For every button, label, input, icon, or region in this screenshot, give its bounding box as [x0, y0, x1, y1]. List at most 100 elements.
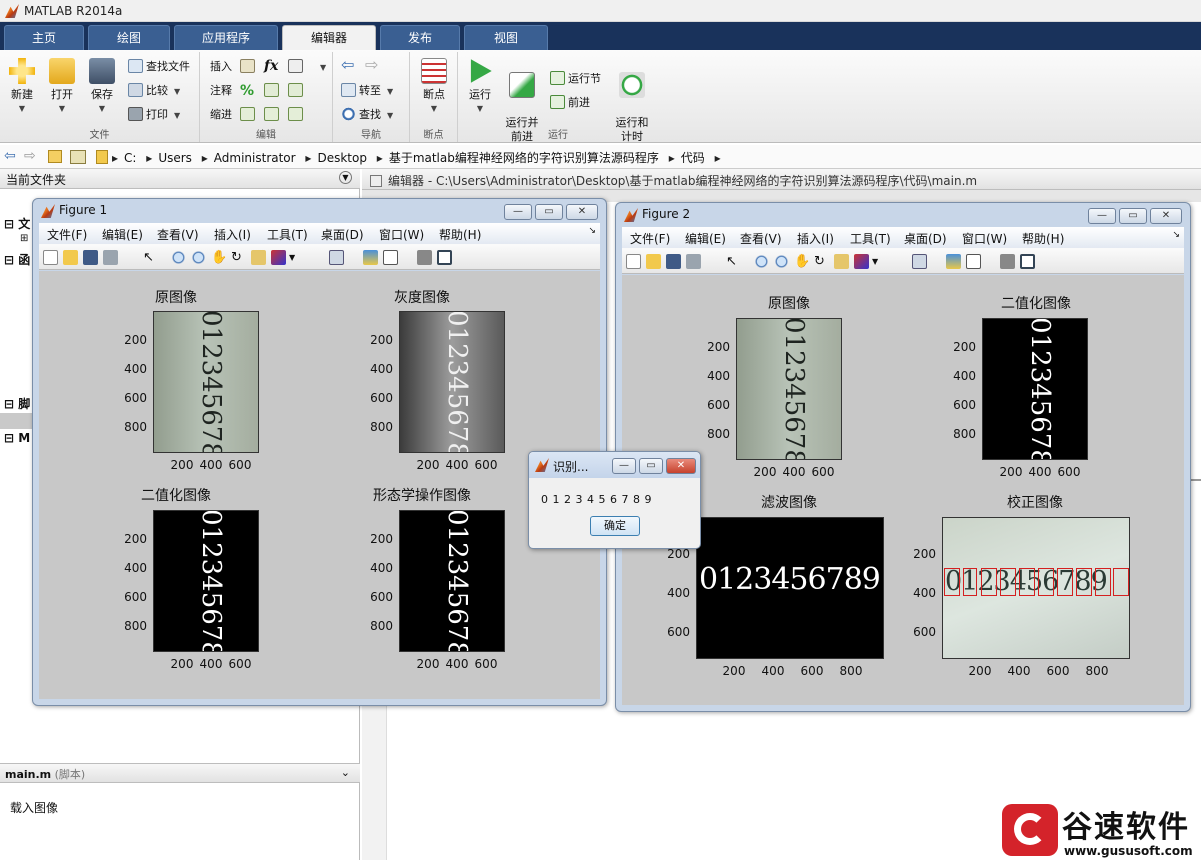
brush-icon[interactable] — [854, 254, 869, 269]
menu-tools[interactable]: 工具(T) — [267, 226, 308, 243]
menu-view[interactable]: 查看(V) — [157, 226, 199, 243]
selected-row[interactable] — [0, 413, 34, 429]
menu-view[interactable]: 查看(V) — [740, 230, 782, 247]
menu-file[interactable]: 文件(F) — [47, 226, 87, 243]
menu-desktop[interactable]: 桌面(D) — [321, 226, 364, 243]
link-plot-icon[interactable] — [912, 254, 927, 269]
menu-insert[interactable]: 插入(I) — [214, 226, 251, 243]
forward-arrow-icon[interactable]: ⇨ — [365, 56, 378, 74]
maximize-icon[interactable]: ▭ — [535, 204, 563, 220]
printer-icon[interactable] — [103, 250, 118, 265]
section-row[interactable]: ⊟ 函 — [4, 251, 30, 268]
chevron-down-icon[interactable]: ▼ — [320, 63, 326, 72]
legend-icon[interactable] — [966, 254, 981, 269]
open-file-icon[interactable] — [646, 254, 661, 269]
fx-button[interactable]: fx — [264, 57, 278, 75]
forward-arrow-icon[interactable]: ⇨ — [24, 148, 36, 164]
save-icon[interactable] — [83, 250, 98, 265]
insert-section-icon[interactable] — [240, 59, 255, 73]
zoom-out-icon[interactable] — [191, 250, 206, 265]
breadcrumb-item[interactable]: Administrator — [214, 151, 296, 165]
expand-icon[interactable]: ⊞ — [20, 233, 28, 244]
find-files-button[interactable]: 查找文件 — [128, 58, 190, 76]
figure-2-window[interactable]: Figure 2 — ▭ ✕ 文件(F) 编辑(E) 查看(V) 插入(I) 工具(… — [615, 202, 1191, 712]
insert-button[interactable]: 插入 — [210, 58, 232, 76]
rotate-3d-icon[interactable]: ↻ — [231, 250, 246, 265]
legend-icon[interactable] — [383, 250, 398, 265]
smart-indent-icon[interactable] — [240, 107, 255, 121]
advance-button[interactable]: 前进 — [550, 94, 590, 112]
tab-publish[interactable]: 发布 — [380, 25, 460, 50]
breadcrumb-item[interactable]: 基于matlab编程神经网络的字符识别算法源码程序 — [389, 151, 659, 165]
save-button[interactable]: 保存 ▼ — [86, 56, 118, 116]
printer-icon[interactable] — [686, 254, 701, 269]
breadcrumb-item[interactable]: C: — [124, 151, 136, 165]
menu-edit[interactable]: 编辑(E) — [102, 226, 143, 243]
chevron-down-icon[interactable]: ▼ — [289, 250, 304, 265]
close-icon[interactable]: ✕ — [666, 458, 696, 474]
section-row[interactable]: ⊟ 文 — [4, 215, 30, 232]
tab-apps[interactable]: 应用程序 — [174, 25, 278, 50]
insert-function-icon[interactable] — [288, 59, 303, 73]
run-advance-button[interactable]: 运行并 前进 — [502, 56, 542, 158]
maximize-icon[interactable]: ▭ — [1119, 208, 1147, 224]
rotate-3d-icon[interactable]: ↻ — [814, 254, 829, 269]
show-plot-tools-icon[interactable] — [1020, 254, 1035, 269]
zoom-in-icon[interactable] — [171, 250, 186, 265]
uncomment-icon[interactable] — [264, 83, 279, 97]
tab-home[interactable]: 主页 — [4, 25, 84, 50]
menu-desktop[interactable]: 桌面(D) — [904, 230, 947, 247]
menu-edit[interactable]: 编辑(E) — [685, 230, 726, 247]
hide-plot-tools-icon[interactable] — [417, 250, 432, 265]
hide-plot-tools-icon[interactable] — [1000, 254, 1015, 269]
close-icon[interactable]: ✕ — [1150, 208, 1182, 224]
dock-arrow-icon[interactable]: ↘ — [1172, 230, 1180, 240]
minimize-icon[interactable]: — — [612, 458, 636, 474]
save-icon[interactable] — [666, 254, 681, 269]
recognition-result-dialog[interactable]: 识别... — ▭ ✕ 0 1 2 3 4 5 6 7 8 9 确定 — [528, 451, 701, 549]
find-button[interactable]: 查找 ▼ — [341, 106, 393, 124]
menu-tools[interactable]: 工具(T) — [850, 230, 891, 247]
tab-editor[interactable]: 编辑器 — [282, 25, 376, 50]
section-row[interactable]: ⊟ 脚 — [4, 395, 30, 412]
ok-button[interactable]: 确定 — [590, 516, 640, 536]
back-arrow-icon[interactable]: ⇦ — [341, 56, 354, 74]
open-button[interactable]: 打开 ▼ — [46, 56, 78, 116]
run-button[interactable]: 运行 ▼ — [464, 56, 496, 116]
data-cursor-icon[interactable] — [251, 250, 266, 265]
run-section-button[interactable]: 运行节 — [550, 70, 601, 88]
dock-arrow-icon[interactable]: ↘ — [588, 226, 596, 236]
print-button[interactable]: 打印 ▼ — [128, 106, 180, 124]
tab-plots[interactable]: 绘图 — [88, 25, 170, 50]
menu-window[interactable]: 窗口(W) — [962, 230, 1007, 247]
colorbar-icon[interactable] — [363, 250, 378, 265]
pointer-icon[interactable]: ↖ — [726, 254, 741, 269]
new-figure-icon[interactable] — [626, 254, 641, 269]
close-icon[interactable]: ✕ — [566, 204, 598, 220]
chevron-down-icon[interactable]: ⌄ — [341, 766, 350, 779]
run-and-time-button[interactable]: 运行和 计时 — [612, 56, 652, 158]
data-cursor-icon[interactable] — [834, 254, 849, 269]
breadcrumb-item[interactable]: Desktop — [317, 151, 367, 165]
up-folder-icon[interactable] — [48, 150, 62, 163]
indent-button[interactable]: 缩进 — [210, 106, 232, 124]
zoom-in-icon[interactable] — [754, 254, 769, 269]
wrap-comment-icon[interactable] — [288, 83, 303, 97]
menu-file[interactable]: 文件(F) — [630, 230, 670, 247]
decrease-indent-icon[interactable] — [288, 107, 303, 121]
menu-help[interactable]: 帮助(H) — [1022, 230, 1064, 247]
maximize-icon[interactable]: ▭ — [639, 458, 663, 474]
compare-button[interactable]: 比较 ▼ — [128, 82, 180, 100]
zoom-out-icon[interactable] — [774, 254, 789, 269]
increase-indent-icon[interactable] — [264, 107, 279, 121]
tab-view[interactable]: 视图 — [464, 25, 548, 50]
link-plot-icon[interactable] — [329, 250, 344, 265]
browse-folder-icon[interactable] — [70, 150, 86, 164]
minimize-icon[interactable]: — — [1088, 208, 1116, 224]
pan-hand-icon[interactable]: ✋ — [211, 250, 227, 265]
comment-percent-icon[interactable]: % — [240, 82, 254, 100]
open-file-icon[interactable] — [63, 250, 78, 265]
show-plot-tools-icon[interactable] — [437, 250, 452, 265]
menu-help[interactable]: 帮助(H) — [439, 226, 481, 243]
menu-insert[interactable]: 插入(I) — [797, 230, 834, 247]
